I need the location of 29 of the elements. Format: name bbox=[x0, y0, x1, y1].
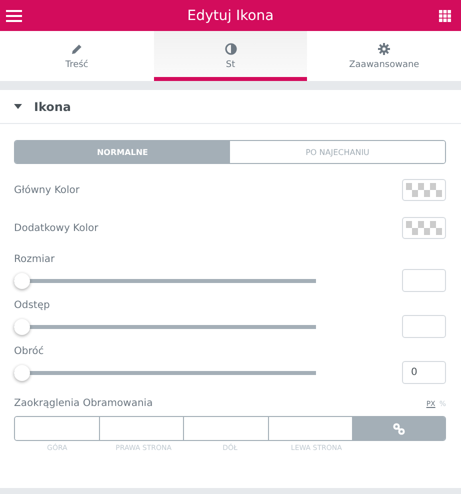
panel-title: Edytuj Ikona bbox=[187, 8, 274, 24]
dimension-field[interactable] bbox=[15, 417, 100, 440]
color-picker[interactable] bbox=[402, 217, 446, 239]
control-label: Zaokrąglenia Obramowania bbox=[14, 398, 153, 409]
color-picker[interactable] bbox=[402, 179, 446, 201]
link-values-button[interactable] bbox=[353, 417, 445, 440]
control-label: Odstęp bbox=[14, 300, 51, 311]
caret-icon bbox=[14, 104, 22, 109]
slider-handle[interactable] bbox=[14, 272, 30, 288]
link-icon bbox=[393, 422, 406, 434]
control-label: Obróć bbox=[14, 346, 45, 357]
control-label: Dodatkowy Kolor bbox=[14, 222, 98, 234]
pencil-icon bbox=[70, 42, 83, 54]
slider-handle[interactable] bbox=[14, 364, 30, 380]
transparent-swatch-icon bbox=[406, 183, 442, 197]
transparent-swatch-icon bbox=[406, 221, 442, 235]
control-label: Główny Kolor bbox=[14, 184, 80, 196]
slider-handle[interactable] bbox=[14, 318, 30, 334]
menu-button[interactable] bbox=[6, 10, 22, 22]
number-field[interactable]: 0 bbox=[402, 361, 446, 384]
tab[interactable]: St bbox=[154, 31, 308, 81]
grid-button[interactable] bbox=[438, 10, 451, 22]
number-field[interactable] bbox=[402, 315, 446, 338]
number-field[interactable] bbox=[402, 269, 446, 292]
contrast-icon bbox=[224, 42, 236, 54]
settings-icon bbox=[378, 42, 390, 54]
grid-icon bbox=[438, 10, 451, 22]
control-label: Rozmiar bbox=[14, 254, 56, 265]
menu-icon bbox=[6, 10, 22, 22]
